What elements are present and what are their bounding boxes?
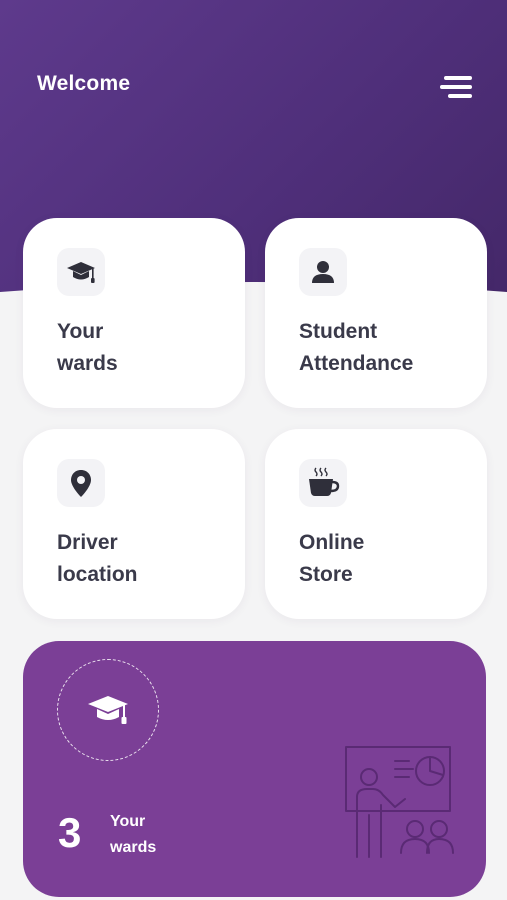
tile-label: Your wards	[57, 320, 118, 375]
tile-online-store[interactable]: Online Store	[265, 429, 487, 619]
location-pin-icon	[57, 459, 105, 507]
person-icon	[299, 248, 347, 296]
wards-count-label: Your wards	[110, 813, 157, 856]
graduation-cap-icon	[57, 659, 159, 761]
tile-label: Student Attendance	[299, 320, 414, 375]
menu-icon	[444, 76, 472, 80]
menu-button[interactable]	[436, 72, 476, 102]
tile-driver-location[interactable]: Driver location	[23, 429, 245, 619]
wards-count: 3	[58, 809, 82, 856]
teacher-presentation-icon	[345, 746, 454, 858]
page-title: Welcome	[37, 72, 131, 95]
tile-your-wards[interactable]: Your wards	[23, 218, 245, 408]
tile-label: Online Store	[299, 531, 365, 586]
graduation-cap-icon	[57, 248, 105, 296]
coffee-cup-icon	[299, 459, 347, 507]
tile-label: Driver location	[57, 531, 138, 586]
tile-student-attendance[interactable]: Student Attendance	[265, 218, 487, 408]
wards-summary-card[interactable]: 3 Your wards	[23, 641, 486, 897]
